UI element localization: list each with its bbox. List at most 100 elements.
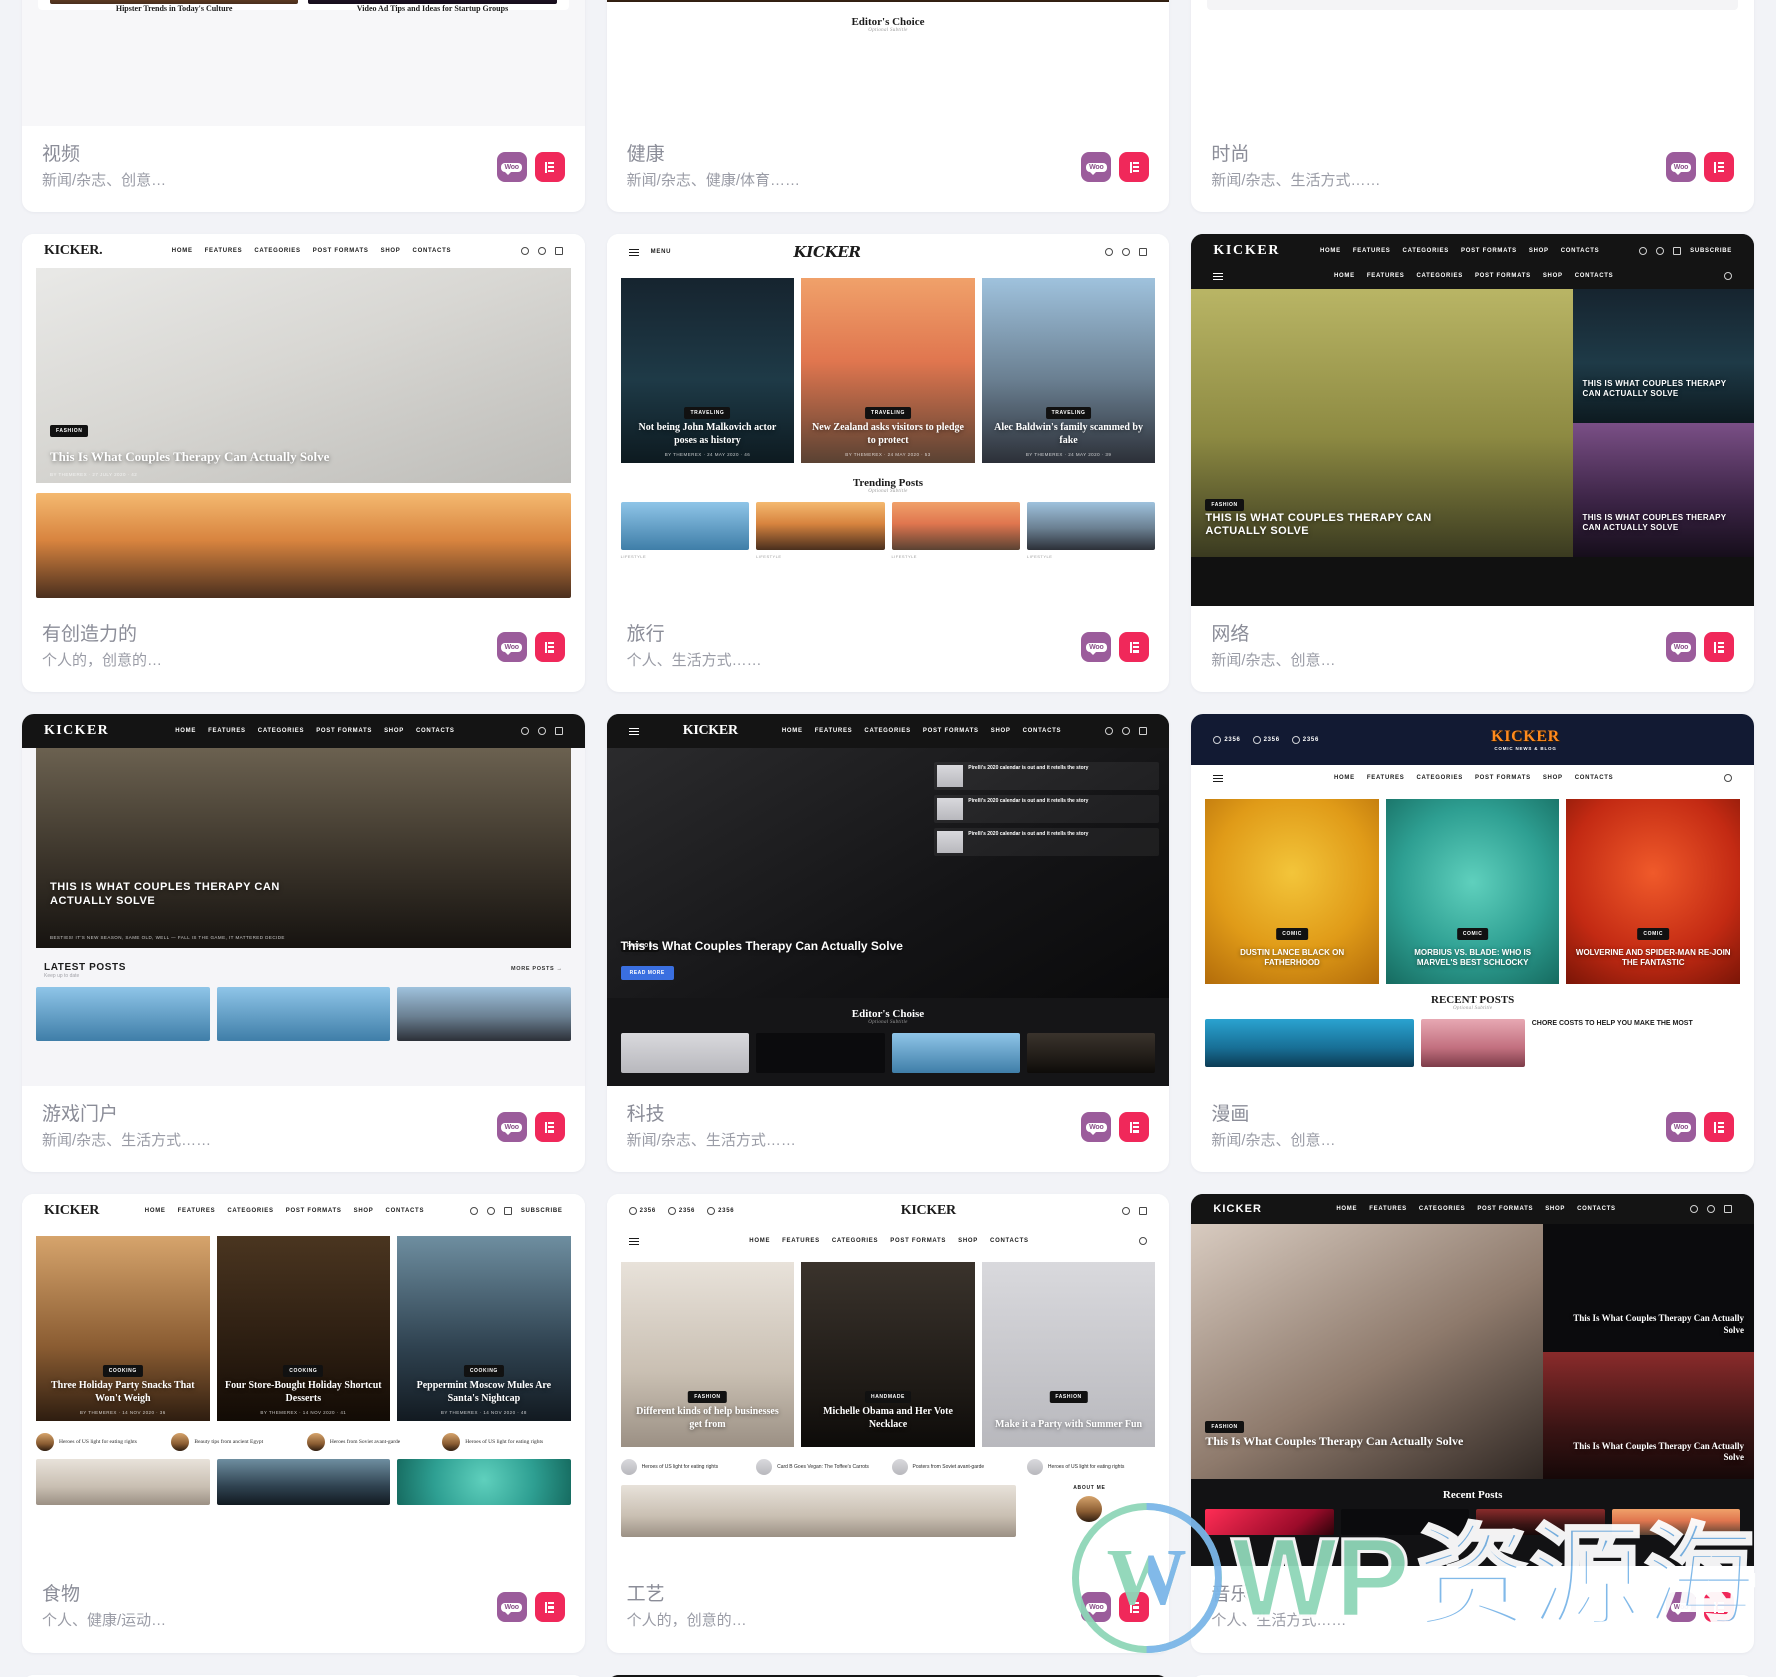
nav-item[interactable]: Shop <box>1545 1206 1565 1212</box>
search-icon[interactable] <box>470 1207 478 1215</box>
theme-preview[interactable]: KickerHOMEFEATURESCATEGORIESPOST FORMATS… <box>22 1194 585 1566</box>
thumbnail-item[interactable] <box>217 987 391 1041</box>
post-title[interactable]: DUSTIN LANCE BLACK ON FATHERHOOD <box>1213 948 1371 968</box>
elementor-badge[interactable] <box>1704 1112 1734 1142</box>
nav-item[interactable]: CATEGORIES <box>227 1208 273 1214</box>
nav-item[interactable]: Post Formats <box>1477 1206 1533 1212</box>
cart-icon[interactable] <box>1139 727 1147 735</box>
cart-icon[interactable] <box>1139 1207 1147 1215</box>
post-card[interactable]: TRAVELINGAlec Baldwin's family scammed b… <box>982 278 1156 463</box>
account-icon[interactable] <box>1656 247 1664 255</box>
search-icon[interactable] <box>1639 247 1647 255</box>
small-item[interactable]: Card B Goes Vegan: The Toffee's Carrots <box>756 1459 884 1475</box>
elementor-badge[interactable] <box>1119 1592 1149 1622</box>
small-item[interactable]: Heroes from Soviet avant-garde <box>307 1433 435 1451</box>
theme-preview[interactable]: Editor's ChoiceOptional Subtitle <box>607 0 1170 126</box>
nav-item[interactable]: CATEGORIES <box>254 248 300 254</box>
social-item[interactable]: 2356 <box>1213 736 1240 744</box>
site-brand[interactable]: KICKER <box>44 723 109 739</box>
nav-item[interactable]: HOME <box>1334 273 1355 279</box>
side-hero-title[interactable]: This Is What Couples Therapy Can Actuall… <box>1553 1313 1744 1336</box>
nav-item[interactable]: SHOP <box>381 248 401 254</box>
nav-item[interactable]: FEATURES <box>178 1208 216 1214</box>
elementor-badge[interactable] <box>1119 632 1149 662</box>
theme-card-food[interactable]: KickerHOMEFEATURESCATEGORIESPOST FORMATS… <box>22 1194 585 1652</box>
hero-title[interactable]: This Is What Couples Therapy Can Actuall… <box>50 449 357 465</box>
account-icon[interactable] <box>538 247 546 255</box>
nav-item[interactable]: CATEGORIES <box>1417 775 1463 781</box>
post-title[interactable]: WOLVERINE AND SPIDER-MAN RE-JOIN THE FAN… <box>1574 948 1732 968</box>
post-title[interactable]: Four Store-Bought Holiday Shortcut Desse… <box>225 1380 383 1405</box>
site-brand[interactable]: KICKER <box>1213 243 1280 259</box>
nav-item[interactable]: SHOP <box>991 728 1011 734</box>
nav-item[interactable]: SHOP <box>1529 248 1549 254</box>
site-brand[interactable]: Kicker <box>901 1203 956 1219</box>
theme-card-music[interactable]: KICKERHomeFeaturesCategoriesPost Formats… <box>1191 1194 1754 1652</box>
nav-item[interactable]: CONTACTS <box>386 1208 425 1214</box>
nav-item[interactable]: CONTACTS <box>1575 775 1614 781</box>
menu-icon[interactable] <box>1213 273 1223 280</box>
nav-item[interactable]: CATEGORIES <box>864 728 910 734</box>
cart-icon[interactable] <box>1724 1205 1732 1213</box>
site-brand[interactable]: KICKER <box>1491 728 1560 746</box>
account-icon[interactable] <box>1122 727 1130 735</box>
theme-card-health[interactable]: Editor's ChoiceOptional Subtitle健康新闻/杂志、… <box>607 0 1170 212</box>
site-brand[interactable]: KICKER <box>683 723 738 739</box>
menu-icon[interactable] <box>629 249 639 256</box>
elementor-badge[interactable] <box>535 1112 565 1142</box>
post-title[interactable]: MORBIUS VS. BLADE: WHO IS MARVEL'S BEST … <box>1394 948 1552 968</box>
elementor-badge[interactable] <box>1119 1112 1149 1142</box>
woocommerce-badge[interactable]: Woo <box>1081 632 1111 662</box>
thumbnail-item[interactable] <box>1612 1509 1740 1535</box>
social-icon[interactable] <box>1213 736 1221 744</box>
woocommerce-badge[interactable]: Woo <box>497 632 527 662</box>
thumbnail-item[interactable] <box>397 1459 571 1505</box>
nav-item[interactable]: Categories <box>1419 1206 1465 1212</box>
post-title[interactable]: Three Holiday Party Snacks That Won't We… <box>44 1380 202 1405</box>
thumbnail-item[interactable] <box>1341 1509 1469 1535</box>
side-post-item[interactable]: Pirelli's 2020 calendar is out and it re… <box>934 828 1159 856</box>
post-title[interactable]: New Zealand asks visitors to pledge to p… <box>809 422 967 447</box>
social-item[interactable]: 2356 <box>707 1207 734 1215</box>
menu-icon[interactable] <box>629 1238 639 1245</box>
side-hero[interactable]: This Is What Couples Therapy Can Actuall… <box>1543 1224 1754 1352</box>
more-posts-link[interactable]: MORE POSTS → <box>511 966 563 972</box>
nav-item[interactable]: CONTACTS <box>1561 248 1600 254</box>
elementor-badge[interactable] <box>535 1592 565 1622</box>
nav-item[interactable]: HOME <box>145 1208 166 1214</box>
search-icon[interactable] <box>1105 727 1113 735</box>
thumbnail-item[interactable] <box>1476 1509 1604 1535</box>
cart-icon[interactable] <box>1139 248 1147 256</box>
nav-item[interactable]: HOME <box>1334 775 1355 781</box>
menu-icon[interactable] <box>1213 775 1223 782</box>
search-icon[interactable] <box>1690 1205 1698 1213</box>
site-brand[interactable]: Kicker <box>44 1203 99 1219</box>
nav-item[interactable]: CONTACTS <box>1575 273 1614 279</box>
elementor-badge[interactable] <box>1704 1592 1734 1622</box>
nav-item[interactable]: CATEGORIES <box>258 728 304 734</box>
nav-item[interactable]: POST FORMATS <box>890 1238 946 1244</box>
post-card[interactable]: COOKINGThree Holiday Party Snacks That W… <box>36 1236 210 1421</box>
subscribe-button[interactable]: SUBSCRIBE <box>521 1208 563 1214</box>
nav-item[interactable]: SHOP <box>354 1208 374 1214</box>
theme-preview[interactable]: Hipster Trends in Today's CultureVideo A… <box>22 0 585 126</box>
theme-preview[interactable]: MENUKickerTRAVELINGNot being John Malkov… <box>607 234 1170 606</box>
post-card[interactable]: TRAVELINGNew Zealand asks visitors to pl… <box>801 278 975 463</box>
nav-item[interactable]: FEATURES <box>815 728 853 734</box>
post-title[interactable]: Michelle Obama and Her Vote Necklace <box>809 1406 967 1431</box>
small-item[interactable]: Posters from Soviet avant-garde <box>892 1459 1020 1475</box>
theme-card-travel[interactable]: MENUKickerTRAVELINGNot being John Malkov… <box>607 234 1170 692</box>
nav-item[interactable]: POST FORMATS <box>923 728 979 734</box>
nav-item[interactable]: CATEGORIES <box>1403 248 1449 254</box>
search-icon[interactable] <box>1139 1237 1147 1245</box>
theme-card-creative[interactable]: Kicker.HOMEFEATURESCATEGORIESPOST FORMAT… <box>22 234 585 692</box>
thumbnail-item[interactable] <box>36 1459 210 1505</box>
elementor-badge[interactable] <box>1704 152 1734 182</box>
thumbnail-item[interactable]: LIFESTYLE <box>621 502 749 559</box>
thumbnail-item[interactable] <box>756 1033 884 1073</box>
social-item[interactable]: 2356 <box>1292 736 1319 744</box>
nav-item[interactable]: HOME <box>782 728 803 734</box>
side-hero[interactable]: THIS IS WHAT COUPLES THERAPY CAN ACTUALL… <box>1573 423 1755 557</box>
social-item[interactable]: 2356 <box>668 1207 695 1215</box>
search-icon[interactable] <box>1105 248 1113 256</box>
